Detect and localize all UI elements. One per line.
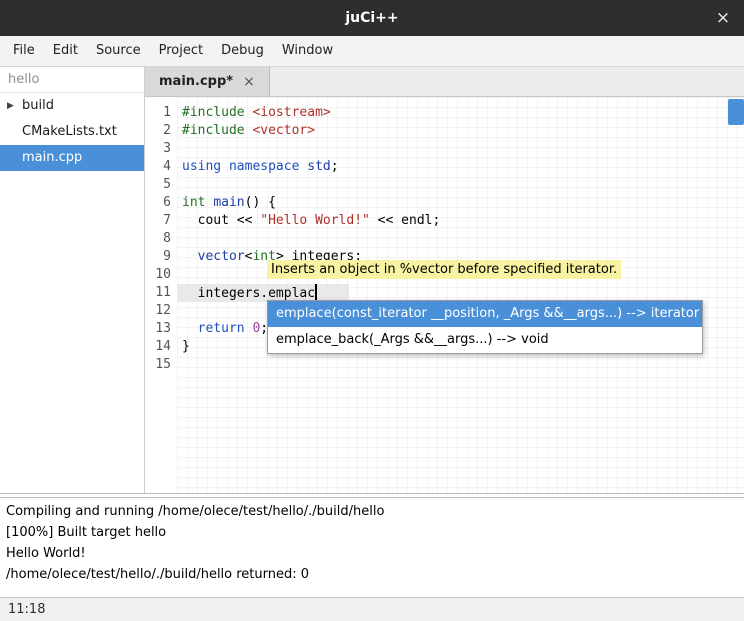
code-token: std — [307, 159, 330, 174]
menu-bar: FileEditSourceProjectDebugWindow — [0, 36, 744, 67]
line-number: 15 — [145, 356, 177, 374]
line-number: 13 — [145, 320, 177, 338]
sidebar-item-build[interactable]: ▶ build — [0, 93, 144, 119]
code-line[interactable]: #include <vector> — [177, 122, 744, 140]
line-number: 12 — [145, 302, 177, 320]
code-token: vector — [198, 249, 245, 264]
code-token: int — [182, 195, 205, 210]
tab-bar: main.cpp* × — [145, 67, 744, 97]
code-token: () { — [245, 195, 276, 210]
tab-main-cpp[interactable]: main.cpp* × — [145, 67, 270, 96]
code-line[interactable]: using namespace std; — [177, 158, 744, 176]
code-token: main — [213, 195, 244, 210]
code-token: using — [182, 159, 221, 174]
code-token — [221, 159, 229, 174]
line-number: 5 — [145, 176, 177, 194]
menu-item-edit[interactable]: Edit — [44, 36, 87, 66]
line-number: 10 — [145, 266, 177, 284]
terminal-line: [100%] Built target hello — [6, 522, 738, 543]
menu-item-debug[interactable]: Debug — [212, 36, 273, 66]
line-number: 6 — [145, 194, 177, 212]
code-line[interactable] — [177, 356, 744, 374]
code-token: return — [198, 321, 245, 336]
expander-icon[interactable]: ▶ — [7, 93, 14, 119]
text-cursor — [315, 284, 317, 300]
line-number: 3 — [145, 140, 177, 158]
line-number: 1 — [145, 104, 177, 122]
code-token — [182, 249, 198, 264]
code-token: <iostream> — [252, 105, 330, 120]
tab-label: main.cpp* — [159, 74, 233, 89]
completion-popup: emplace(const_iterator __position, _Args… — [267, 300, 703, 354]
line-number: 14 — [145, 338, 177, 356]
code-area[interactable]: #include <iostream>#include <vector>usin… — [177, 97, 744, 497]
editor: 123456789101112131415 #include <iostream… — [145, 97, 744, 497]
project-name: hello — [0, 67, 144, 93]
cursor-position: 11:18 — [8, 602, 45, 617]
code-token: ; — [331, 159, 339, 174]
line-number: 8 — [145, 230, 177, 248]
tree-item-label: main.cpp — [22, 150, 82, 165]
completion-item[interactable]: emplace(const_iterator __position, _Args… — [268, 301, 702, 327]
terminal-line: Compiling and running /home/olece/test/h… — [6, 501, 738, 522]
line-number: 11 — [145, 284, 177, 302]
sidebar-item-main-cpp[interactable]: main.cpp — [0, 145, 144, 171]
code-token: #include — [182, 105, 245, 120]
code-line[interactable]: #include <iostream> — [177, 104, 744, 122]
completion-doc-tooltip: Inserts an object in %vector before spec… — [267, 260, 621, 279]
terminal-output: Compiling and running /home/olece/test/h… — [0, 498, 744, 597]
scrollbar-thumb[interactable] — [728, 99, 744, 125]
line-number: 4 — [145, 158, 177, 176]
menu-item-project[interactable]: Project — [150, 36, 212, 66]
menu-item-source[interactable]: Source — [87, 36, 150, 66]
code-token: integers.emplac — [182, 286, 315, 301]
tree-item-label: CMakeLists.txt — [22, 124, 117, 139]
code-line[interactable]: cout << "Hello World!" << endl; — [177, 212, 744, 230]
code-token: #include — [182, 123, 245, 138]
code-token: "Hello World!" — [260, 213, 370, 228]
code-line[interactable] — [177, 230, 744, 248]
tab-close-icon[interactable]: × — [243, 74, 255, 90]
code-token: } — [182, 339, 190, 354]
status-bar: 11:18 — [0, 597, 744, 621]
title-bar: juCi++ × — [0, 0, 744, 36]
file-browser: hello ▶ build CMakeLists.txt main.cpp — [0, 67, 145, 493]
sidebar-item-cmakelists-txt[interactable]: CMakeLists.txt — [0, 119, 144, 145]
line-number: 9 — [145, 248, 177, 266]
line-number: 7 — [145, 212, 177, 230]
completion-item[interactable]: emplace_back(_Args &&__args...) --> void — [268, 327, 702, 353]
code-line[interactable] — [177, 140, 744, 158]
file-tree: ▶ build CMakeLists.txt main.cpp — [0, 93, 144, 171]
code-token: cout << — [182, 213, 260, 228]
menu-item-window[interactable]: Window — [273, 36, 342, 66]
terminal-line: /home/olece/test/hello/./build/hello ret… — [6, 564, 738, 585]
menu-item-file[interactable]: File — [4, 36, 44, 66]
code-line[interactable] — [177, 176, 744, 194]
code-token: namespace — [229, 159, 299, 174]
close-button[interactable]: × — [708, 0, 738, 36]
code-line[interactable]: int main() { — [177, 194, 744, 212]
code-token — [182, 321, 198, 336]
code-token: <vector> — [252, 123, 315, 138]
terminal-line: Hello World! — [6, 543, 738, 564]
line-number: 2 — [145, 122, 177, 140]
tree-item-label: build — [22, 98, 54, 113]
code-token: << endl; — [370, 213, 440, 228]
line-number-gutter: 123456789101112131415 — [145, 97, 177, 497]
window-title: juCi++ — [0, 0, 744, 36]
